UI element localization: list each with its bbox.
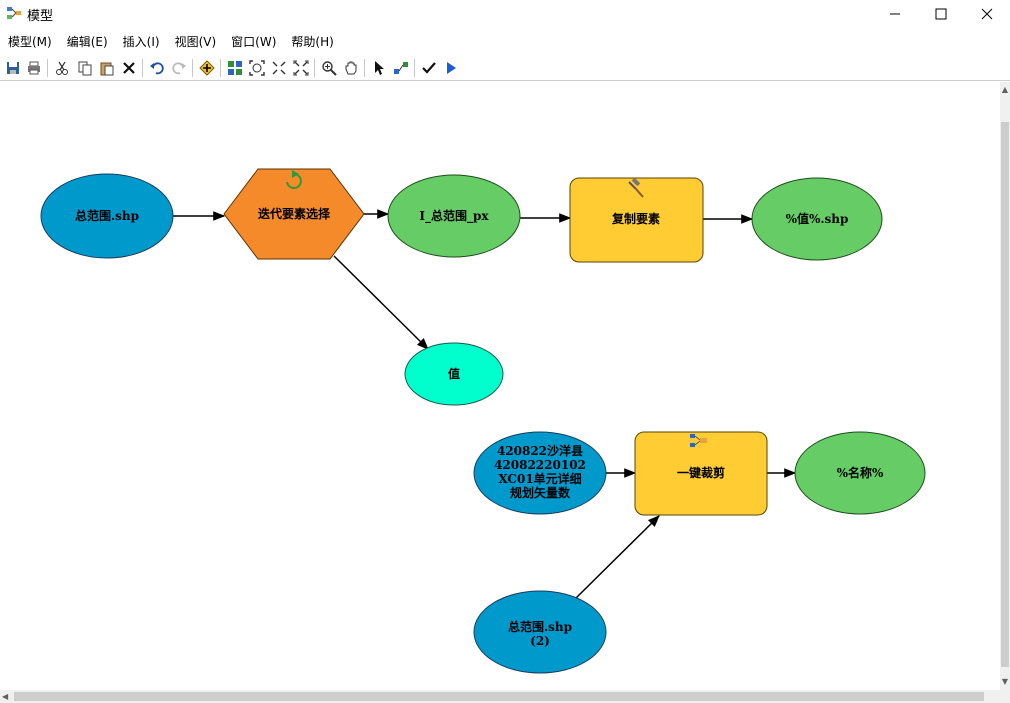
scroll-up-icon[interactable]: ▲ — [1000, 84, 1010, 96]
menu-window[interactable]: 窗口(W) — [223, 30, 283, 52]
node-label: 总范围.shp — [75, 208, 139, 223]
value-node[interactable]: 值 — [404, 342, 504, 406]
iterator-node[interactable]: 迭代要素选择 — [223, 168, 365, 260]
node-label: %名称% — [837, 465, 884, 480]
full-extent-icon[interactable] — [248, 59, 266, 77]
node-label: 总范围.shp — [508, 619, 572, 634]
title-bar: 模型 — [0, 0, 1010, 28]
node-label: 复制要素 — [611, 211, 660, 226]
connector — [574, 515, 660, 600]
auto-layout-icon[interactable] — [226, 59, 244, 77]
derived-data-node[interactable]: I_总范围_px — [387, 174, 521, 258]
save-icon[interactable] — [4, 59, 22, 77]
validate-icon[interactable] — [420, 59, 438, 77]
toolbar-separator — [192, 59, 193, 77]
node-label: (2) — [530, 634, 550, 648]
horizontal-scroll-thumb[interactable] — [14, 692, 984, 701]
node-label: 42082220102 — [494, 458, 586, 472]
node-label: XC01单元详细 — [498, 471, 581, 486]
input-data-node[interactable]: 总范围.shp (2) — [473, 590, 607, 674]
menu-bar: 模型(M) 编辑(E) 插入(I) 视图(V) 窗口(W) 帮助(H) — [0, 30, 1010, 52]
toolbar-separator — [220, 59, 221, 77]
toolbar — [0, 55, 1010, 81]
menu-insert[interactable]: 插入(I) — [115, 30, 167, 52]
input-data-node[interactable]: 总范围.shp — [40, 173, 174, 259]
cut-icon[interactable] — [53, 59, 71, 77]
window-title: 模型 — [27, 9, 54, 24]
model-builder-window: 模型 模型(M) 编辑(E) 插入(I) 视图(V) 窗口(W) 帮助(H) 总… — [0, 0, 1010, 703]
output-data-node[interactable]: %名称% — [794, 431, 926, 515]
menu-model[interactable]: 模型(M) — [0, 30, 59, 52]
zoom-out-fixed-icon[interactable] — [292, 59, 310, 77]
run-icon[interactable] — [442, 59, 460, 77]
scrollbar-corner — [1000, 690, 1010, 703]
scroll-down-icon[interactable]: ▼ — [1000, 676, 1010, 688]
add-data-icon[interactable] — [198, 59, 216, 77]
node-label: 规划矢量数 — [510, 485, 571, 500]
horizontal-scrollbar[interactable]: ◀ — [0, 690, 1000, 703]
maximize-button[interactable] — [918, 0, 964, 28]
node-label: 值 — [448, 366, 460, 381]
paste-icon[interactable] — [98, 59, 116, 77]
copy-icon[interactable] — [76, 59, 94, 77]
toolbar-separator — [414, 59, 415, 77]
toolbar-separator — [314, 59, 315, 77]
parameter-data-node[interactable]: 420822沙洋县 42082220102 XC01单元详细 规划矢量数 — [473, 431, 607, 515]
toolbar-separator — [364, 59, 365, 77]
zoom-in-icon[interactable] — [320, 59, 338, 77]
model-diagram: 总范围.shp 迭代要素选择 I_总范围_px 复制要素 %值%.shp 值 4… — [40, 168, 926, 674]
close-icon — [981, 8, 993, 20]
node-label: 420822沙洋县 — [497, 443, 583, 458]
model-icon — [6, 5, 22, 21]
node-label: 迭代要素选择 — [258, 206, 331, 221]
output-data-node[interactable]: %值%.shp — [751, 177, 883, 261]
minimize-icon — [890, 13, 900, 15]
select-icon[interactable] — [370, 59, 388, 77]
connect-icon[interactable] — [392, 59, 410, 77]
menu-view[interactable]: 视图(V) — [167, 30, 224, 52]
model-canvas[interactable]: 总范围.shp 迭代要素选择 I_总范围_px 复制要素 %值%.shp 值 4… — [0, 82, 1000, 690]
connector — [333, 255, 429, 350]
print-icon[interactable] — [25, 59, 43, 77]
close-button[interactable] — [964, 0, 1010, 28]
zoom-in-fixed-icon[interactable] — [270, 59, 288, 77]
scroll-left-icon[interactable]: ◀ — [2, 690, 8, 703]
vertical-scroll-thumb[interactable] — [1001, 122, 1009, 667]
delete-icon[interactable] — [120, 59, 138, 77]
maximize-icon — [935, 8, 947, 20]
toolbar-separator — [142, 59, 143, 77]
node-label: %值%.shp — [786, 211, 849, 226]
node-label: 一键裁剪 — [677, 465, 725, 480]
pan-icon[interactable] — [342, 59, 360, 77]
redo-icon[interactable] — [170, 59, 188, 77]
menu-help[interactable]: 帮助(H) — [283, 30, 340, 52]
copy-features-tool-node[interactable]: 复制要素 — [569, 177, 704, 263]
toolbar-separator — [47, 59, 48, 77]
vertical-scrollbar[interactable]: ▲ ▼ — [1000, 82, 1010, 690]
node-label: I_总范围_px — [419, 208, 489, 224]
undo-icon[interactable] — [148, 59, 166, 77]
clip-tool-node[interactable]: 一键裁剪 — [634, 431, 768, 516]
menu-edit[interactable]: 编辑(E) — [59, 30, 115, 52]
minimize-button[interactable] — [872, 0, 918, 28]
